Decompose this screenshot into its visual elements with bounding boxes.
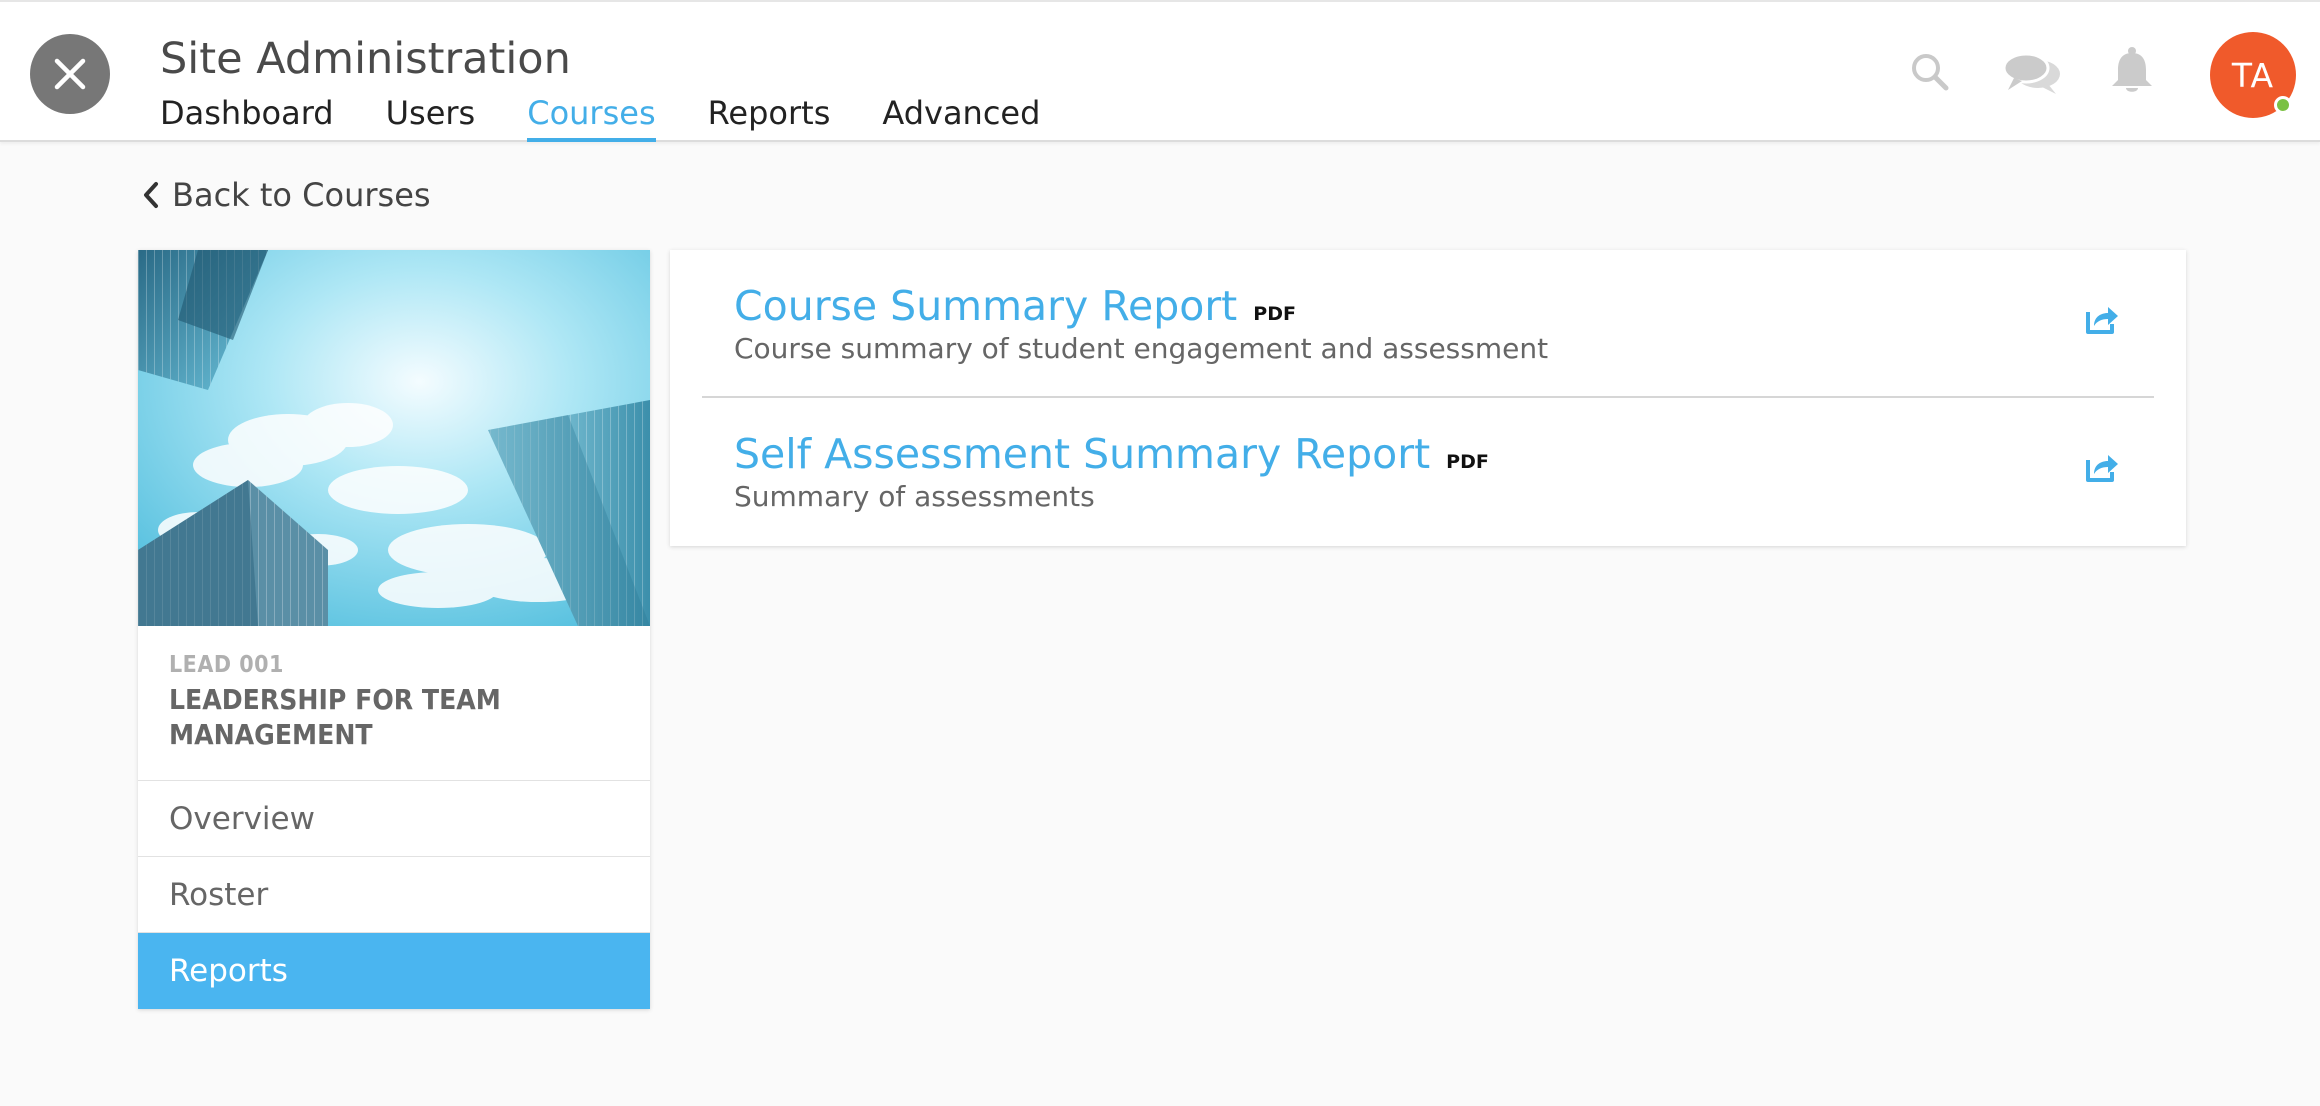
export-icon — [2086, 307, 2118, 334]
course-menu-label: Roster — [169, 876, 269, 913]
main-nav: Dashboard Users Courses Reports Advanced — [160, 94, 1092, 142]
report-title-link[interactable]: Self Assessment Summary Report — [734, 430, 1430, 478]
chat-icon — [2002, 52, 2060, 94]
report-description: Summary of assessments — [734, 480, 1095, 513]
close-button[interactable] — [30, 34, 110, 114]
report-description: Course summary of student engagement and… — [734, 332, 1549, 365]
avatar-initials: TA — [2231, 55, 2275, 95]
chevron-left-icon — [142, 181, 160, 209]
pdf-badge: PDF — [1446, 451, 1489, 473]
back-to-courses-link[interactable]: Back to Courses — [142, 176, 431, 214]
tab-users[interactable]: Users — [386, 94, 476, 142]
report-title-line: Course Summary Report PDF — [734, 282, 1296, 330]
bell-icon — [2112, 47, 2152, 92]
online-status-dot — [2274, 96, 2292, 114]
export-icon — [2086, 455, 2118, 482]
course-image — [138, 250, 650, 626]
export-button[interactable] — [2084, 452, 2120, 488]
export-button[interactable] — [2084, 304, 2120, 340]
course-menu-reports[interactable]: Reports — [138, 933, 650, 1009]
reports-panel: Course Summary Report PDF Course summary… — [670, 250, 2186, 546]
tab-courses[interactable]: Courses — [527, 94, 657, 142]
messages-button[interactable] — [2002, 50, 2062, 100]
top-header: Site Administration Dashboard Users Cour… — [0, 0, 2320, 142]
course-menu-overview[interactable]: Overview — [138, 781, 650, 857]
search-icon — [1912, 54, 1949, 91]
close-icon — [54, 58, 86, 90]
course-menu-roster[interactable]: Roster — [138, 857, 650, 933]
course-menu-label: Overview — [169, 800, 315, 837]
course-info: LEAD 001 LEADERSHIP FOR TEAM MANAGEMENT — [138, 626, 650, 781]
course-code: LEAD 001 — [169, 652, 284, 678]
tab-dashboard[interactable]: Dashboard — [160, 94, 334, 142]
tab-advanced[interactable]: Advanced — [882, 94, 1040, 142]
report-row: Course Summary Report PDF Course summary… — [702, 250, 2154, 398]
pdf-badge: PDF — [1253, 303, 1296, 325]
course-name: LEADERSHIP FOR TEAM MANAGEMENT — [169, 683, 501, 751]
course-menu-label: Reports — [169, 953, 288, 989]
notifications-button[interactable] — [2110, 46, 2154, 100]
report-title-line: Self Assessment Summary Report PDF — [734, 430, 1489, 478]
tab-reports[interactable]: Reports — [708, 94, 831, 142]
page-title: Site Administration — [160, 34, 571, 84]
report-row: Self Assessment Summary Report PDF Summa… — [702, 398, 2154, 546]
back-link-label: Back to Courses — [172, 176, 431, 214]
search-button[interactable] — [1910, 52, 1950, 96]
course-card: LEAD 001 LEADERSHIP FOR TEAM MANAGEMENT … — [138, 250, 650, 1009]
report-title-link[interactable]: Course Summary Report — [734, 282, 1237, 330]
